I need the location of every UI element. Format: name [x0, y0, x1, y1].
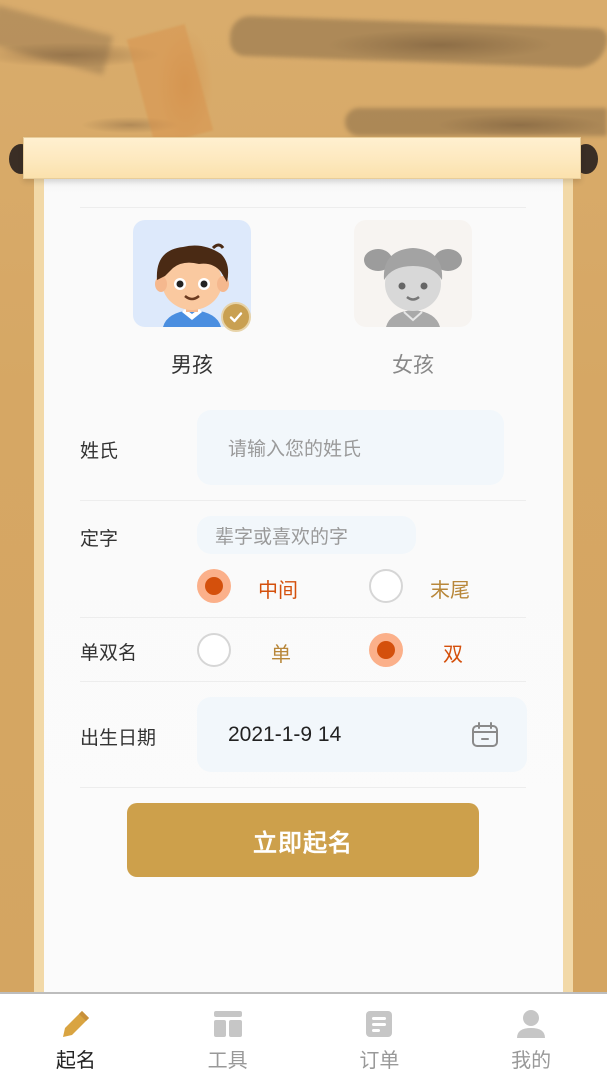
radio-label-single[interactable]: 单	[271, 638, 291, 667]
birth-date-value: 2021-1-9 14	[228, 722, 342, 746]
fixed-char-placeholder: 辈字或喜欢的字	[215, 525, 349, 548]
radio-label-double[interactable]: 双	[443, 638, 463, 667]
tab-label: 起名	[55, 1048, 96, 1072]
fixed-char-input[interactable]: 辈字或喜欢的字	[197, 516, 416, 554]
tab-orders[interactable]: 订单	[304, 994, 456, 1080]
paper-edge	[563, 179, 573, 993]
gender-option-girl[interactable]: 女孩	[354, 220, 472, 379]
tab-label: 我的	[511, 1048, 552, 1072]
tools-icon	[212, 1008, 244, 1040]
fixed-char-label: 定字	[80, 528, 119, 550]
surname-placeholder: 请输入您的姓氏	[228, 438, 362, 460]
ink-stroke	[229, 15, 607, 69]
radio-label-end[interactable]: 末尾	[430, 574, 470, 603]
surname-input[interactable]: 请输入您的姓氏	[197, 410, 504, 485]
paper-edge	[34, 179, 44, 993]
calendar-icon[interactable]	[471, 721, 499, 755]
tab-tools[interactable]: 工具	[152, 994, 304, 1080]
tab-profile[interactable]: 我的	[455, 994, 607, 1080]
divider	[80, 500, 526, 501]
radio-position-middle[interactable]	[197, 569, 231, 603]
divider	[80, 787, 526, 788]
gender-label: 男孩	[171, 353, 213, 377]
tab-label: 订单	[359, 1048, 400, 1072]
divider	[80, 207, 526, 208]
ink-stroke	[345, 108, 607, 136]
scroll-rod	[23, 137, 581, 179]
check-icon	[221, 302, 251, 332]
order-icon	[363, 1008, 395, 1040]
pencil-icon	[60, 1008, 92, 1040]
surname-label: 姓氏	[80, 440, 119, 462]
divider	[80, 617, 526, 618]
bottom-tab-bar: 起名 工具 订单 我的	[0, 994, 607, 1080]
start-naming-button[interactable]: 立即起名	[127, 803, 479, 877]
birth-date-picker[interactable]: 2021-1-9 14	[197, 697, 527, 772]
radio-single[interactable]	[197, 633, 231, 667]
divider	[80, 681, 526, 682]
radio-double[interactable]	[369, 633, 403, 667]
radio-label-middle[interactable]: 中间	[258, 574, 298, 603]
name-length-label: 单双名	[80, 642, 138, 664]
user-icon	[515, 1008, 547, 1040]
tab-label: 工具	[207, 1048, 248, 1072]
ink-stroke	[126, 24, 214, 146]
birth-date-label: 出生日期	[80, 727, 157, 749]
gender-option-boy[interactable]: 男孩	[133, 220, 251, 379]
gender-label: 女孩	[392, 353, 434, 377]
girl-avatar	[354, 220, 472, 327]
radio-position-end[interactable]	[369, 569, 403, 603]
tab-naming[interactable]: 起名	[0, 994, 152, 1080]
ink-stroke	[0, 5, 114, 75]
